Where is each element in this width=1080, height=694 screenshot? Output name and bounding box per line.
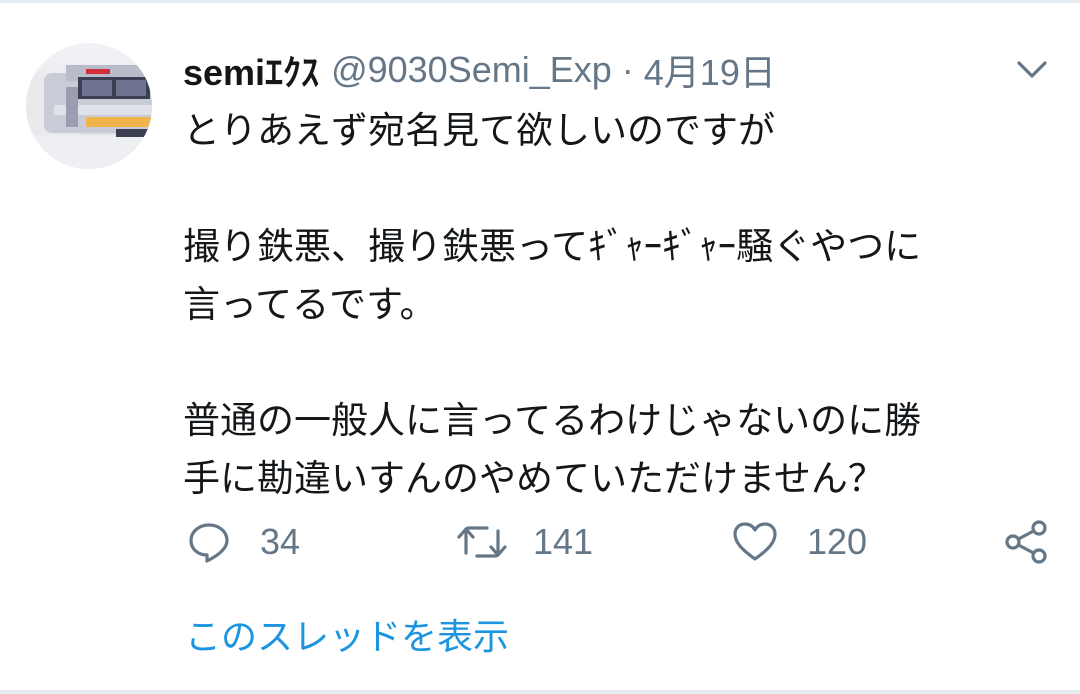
user-handle[interactable]: @9030Semi_Exp	[331, 49, 612, 91]
like-button[interactable]: 120	[731, 512, 867, 572]
reply-button[interactable]: 34	[186, 512, 300, 572]
reply-count: 34	[260, 521, 301, 562]
tweet-card[interactable]: semiｴｸｽ @9030Semi_Exp · 4月19日 とりあえず宛名見て欲…	[0, 0, 1080, 694]
divider	[0, 0, 1080, 3]
like-count: 120	[807, 521, 868, 562]
retweet-count: 141	[533, 521, 594, 562]
chevron-down-icon	[1017, 61, 1047, 78]
train-photo-avatar-icon	[26, 43, 152, 169]
tweet-text: とりあえず宛名見て欲しいのですが 撮り鉄悪、撮り鉄悪ってｷﾞｬｰｷﾞｬｰ騒ぐやつ…	[183, 109, 922, 500]
share-button[interactable]	[1002, 512, 1050, 572]
retweet-icon	[457, 526, 507, 558]
tweet-date[interactable]: 4月19日	[644, 44, 776, 96]
show-thread-link[interactable]: このスレッドを表示	[185, 608, 509, 660]
heart-icon	[733, 522, 777, 561]
reply-bubble-icon	[189, 523, 229, 563]
tweet-menu-button[interactable]	[1012, 54, 1052, 84]
separator-dot: ·	[621, 49, 634, 90]
divider	[0, 690, 1080, 694]
share-icon	[1005, 520, 1047, 564]
tweet-actions: 34 141 120	[0, 512, 1080, 572]
retweet-button[interactable]: 141	[455, 512, 593, 572]
tweet-header: semiｴｸｽ @9030Semi_Exp · 4月19日	[183, 46, 776, 94]
display-name[interactable]: semiｴｸｽ	[183, 44, 319, 96]
avatar[interactable]	[26, 43, 152, 169]
